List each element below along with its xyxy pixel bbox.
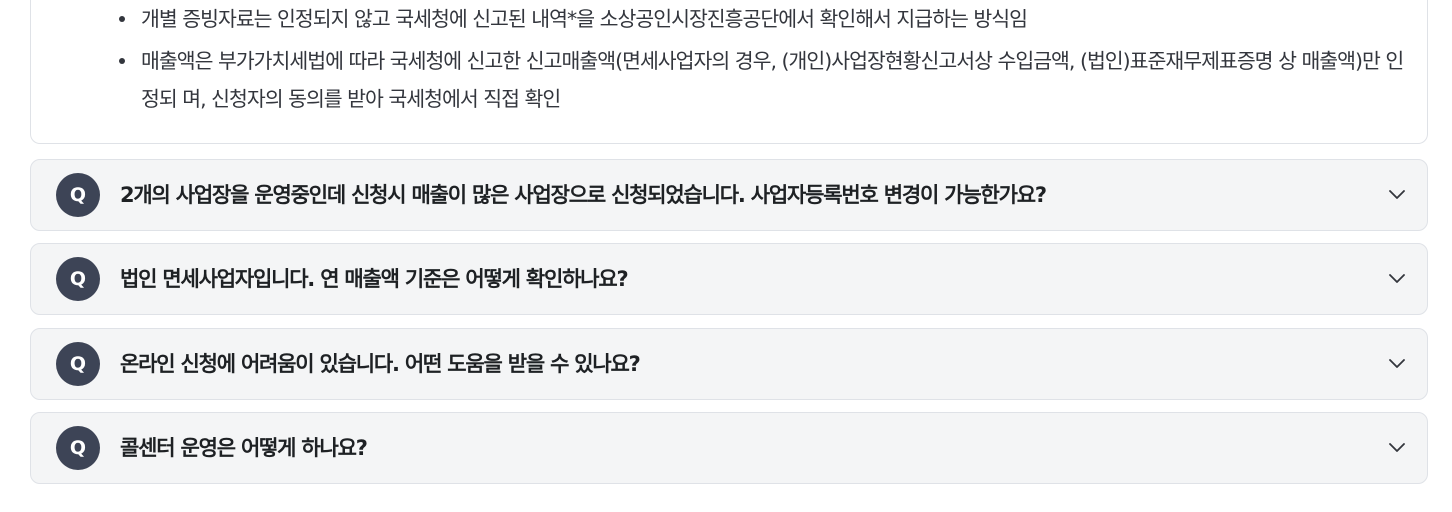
faq-section: 개별 증빙자료는 인정되지 않고 국세청에 신고된 내역*을 소상공인시장진흥공… xyxy=(0,0,1452,512)
faq-item-call-center[interactable]: Q 콜센터 운영은 어떻게 하나요? xyxy=(30,412,1428,484)
bullet-dot-icon xyxy=(119,58,125,64)
chevron-down-icon[interactable] xyxy=(1388,440,1406,454)
faq-item-business-number-change[interactable]: Q 2개의 사업장을 운영중인데 신청시 매출이 많은 사업장으로 신청되었습니… xyxy=(30,159,1428,231)
question-badge: Q xyxy=(56,342,100,386)
question-badge: Q xyxy=(56,426,100,470)
chevron-down-icon[interactable] xyxy=(1388,356,1406,370)
faq-item-corporate-tax-free[interactable]: Q 법인 면세사업자입니다. 연 매출액 기준은 어떻게 확인하나요? xyxy=(30,243,1428,315)
answer-bullet-text: 개별 증빙자료는 인정되지 않고 국세청에 신고된 내역*을 소상공인시장진흥공… xyxy=(141,7,1028,31)
answer-bullet-text: 매출액은 부가가치세법에 따라 국세청에 신고한 신고매출액(면세사업자의 경우… xyxy=(141,49,1404,111)
answer-bullet-list: 개별 증빙자료는 인정되지 않고 국세청에 신고된 내역*을 소상공인시장진흥공… xyxy=(119,0,1409,122)
faq-question-text: 콜센터 운영은 어떻게 하나요? xyxy=(120,436,368,460)
faq-question-text: 법인 면세사업자입니다. 연 매출액 기준은 어떻게 확인하나요? xyxy=(120,267,629,291)
faq-item-online-help[interactable]: Q 온라인 신청에 어려움이 있습니다. 어떤 도움을 받을 수 있나요? xyxy=(30,328,1428,400)
faq-question-text: 2개의 사업장을 운영중인데 신청시 매출이 많은 사업장으로 신청되었습니다.… xyxy=(120,183,1047,207)
answer-bullet-item: 매출액은 부가가치세법에 따라 국세청에 신고한 신고매출액(면세사업자의 경우… xyxy=(119,42,1409,118)
faq-question-text: 온라인 신청에 어려움이 있습니다. 어떤 도움을 받을 수 있나요? xyxy=(120,352,641,376)
chevron-down-icon[interactable] xyxy=(1388,271,1406,285)
faq-answer-panel: 개별 증빙자료는 인정되지 않고 국세청에 신고된 내역*을 소상공인시장진흥공… xyxy=(30,0,1428,144)
question-badge: Q xyxy=(56,173,100,217)
bullet-dot-icon xyxy=(119,16,125,22)
answer-bullet-item: 개별 증빙자료는 인정되지 않고 국세청에 신고된 내역*을 소상공인시장진흥공… xyxy=(119,0,1409,38)
chevron-down-icon[interactable] xyxy=(1388,187,1406,201)
question-badge: Q xyxy=(56,257,100,301)
